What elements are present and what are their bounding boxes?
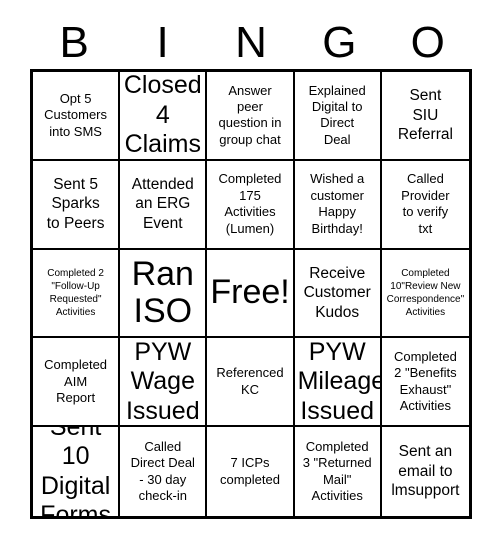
bingo-header-letter-b: B bbox=[59, 18, 89, 67]
bingo-cell[interactable]: Sent an email to lmsupport bbox=[381, 427, 469, 516]
bingo-cell[interactable]: Completed 3 "Returned Mail" Activities bbox=[294, 427, 382, 516]
bingo-cell[interactable]: PYW Wage Issued bbox=[120, 338, 208, 428]
bingo-cell[interactable]: Completed 2 "Follow-Up Requested" Activi… bbox=[33, 249, 121, 339]
bingo-cell[interactable]: Sent SIU Referral bbox=[381, 72, 469, 161]
bingo-card: B I N G O Opt 5 Customers into SMS Close… bbox=[0, 0, 501, 544]
bingo-cell[interactable]: Completed 2 "Benefits Exhaust" Activitie… bbox=[381, 338, 469, 428]
bingo-cell-label: 7 ICPs completed bbox=[220, 455, 280, 487]
bingo-cell-label: Receive Customer Kudos bbox=[303, 264, 371, 321]
bingo-cell[interactable]: Completed 175 Activities (Lumen) bbox=[207, 160, 295, 250]
bingo-header-letter-i: I bbox=[156, 18, 169, 67]
bingo-grid: Opt 5 Customers into SMS Closed 4 Claims… bbox=[30, 69, 472, 519]
bingo-cell-label: Completed AIM Report bbox=[44, 357, 108, 405]
bingo-cell[interactable]: Opt 5 Customers into SMS bbox=[33, 72, 121, 161]
bingo-cell-label: PYW Mileage Issued bbox=[297, 338, 382, 425]
bingo-cell-label: Sent SIU Referral bbox=[397, 87, 453, 144]
bingo-cell-label: Referenced KC bbox=[216, 365, 284, 397]
bingo-cell[interactable]: Completed AIM Report bbox=[33, 338, 121, 428]
bingo-cell-label: Completed 3 "Returned Mail" Activities bbox=[302, 438, 372, 503]
bingo-cell[interactable]: Called Provider to verify txt bbox=[381, 160, 469, 250]
bingo-cell[interactable]: Sent 10 Digital Forms bbox=[33, 427, 121, 516]
bingo-header-letter-g: G bbox=[322, 18, 357, 67]
bingo-cell[interactable]: Called Direct Deal - 30 day check-in bbox=[120, 427, 208, 516]
bingo-cell-label: Sent 5 Sparks to Peers bbox=[46, 175, 105, 232]
bingo-cell-label: Attended an ERG Event bbox=[131, 175, 194, 232]
bingo-cell[interactable]: Wished a customer Happy Birthday! bbox=[294, 160, 382, 250]
bingo-cell-label: Completed 2 "Benefits Exhaust" Activitie… bbox=[393, 349, 457, 414]
bingo-cell-label: Sent an email to lmsupport bbox=[391, 443, 460, 500]
bingo-cell[interactable]: Closed 4 Claims bbox=[120, 72, 208, 161]
bingo-cell-label: Explained Digital to Direct Deal bbox=[308, 82, 366, 147]
bingo-cell[interactable]: Ran ISO bbox=[120, 249, 208, 339]
bingo-cell-label: Called Provider to verify txt bbox=[401, 171, 450, 236]
bingo-cell-label: Completed 175 Activities (Lumen) bbox=[218, 171, 282, 236]
bingo-cell-label: Closed 4 Claims bbox=[123, 72, 202, 159]
bingo-cell[interactable]: PYW Mileage Issued bbox=[294, 338, 382, 428]
bingo-header-row: B I N G O bbox=[30, 18, 472, 68]
bingo-cell[interactable]: Referenced KC bbox=[207, 338, 295, 428]
bingo-cell[interactable]: 7 ICPs completed bbox=[207, 427, 295, 516]
bingo-cell[interactable]: Receive Customer Kudos bbox=[294, 249, 382, 339]
bingo-cell[interactable]: Attended an ERG Event bbox=[120, 160, 208, 250]
bingo-cell-label: Sent 10 Digital Forms bbox=[40, 427, 111, 516]
bingo-cell-label: Answer peer question in group chat bbox=[218, 82, 282, 147]
bingo-cell-label: Opt 5 Customers into SMS bbox=[44, 90, 108, 139]
bingo-cell-label: Free! bbox=[210, 273, 290, 312]
bingo-cell-label: Completed 10"Review New Correspondence" … bbox=[386, 267, 465, 318]
bingo-cell[interactable]: Answer peer question in group chat bbox=[207, 72, 295, 161]
bingo-cell-free-space[interactable]: Free! bbox=[207, 249, 295, 339]
bingo-cell[interactable]: Explained Digital to Direct Deal bbox=[294, 72, 382, 161]
bingo-cell-label: Called Direct Deal - 30 day check-in bbox=[130, 438, 195, 503]
bingo-cell[interactable]: Completed 10"Review New Correspondence" … bbox=[381, 249, 469, 339]
bingo-cell-label: Wished a customer Happy Birthday! bbox=[310, 171, 365, 236]
bingo-cell-label: Ran ISO bbox=[131, 254, 194, 330]
bingo-cell-label: PYW Wage Issued bbox=[125, 338, 200, 425]
bingo-header-letter-o: O bbox=[410, 18, 445, 67]
bingo-cell-label: Completed 2 "Follow-Up Requested" Activi… bbox=[47, 267, 104, 318]
bingo-header-letter-n: N bbox=[235, 18, 267, 67]
bingo-cell[interactable]: Sent 5 Sparks to Peers bbox=[33, 160, 121, 250]
